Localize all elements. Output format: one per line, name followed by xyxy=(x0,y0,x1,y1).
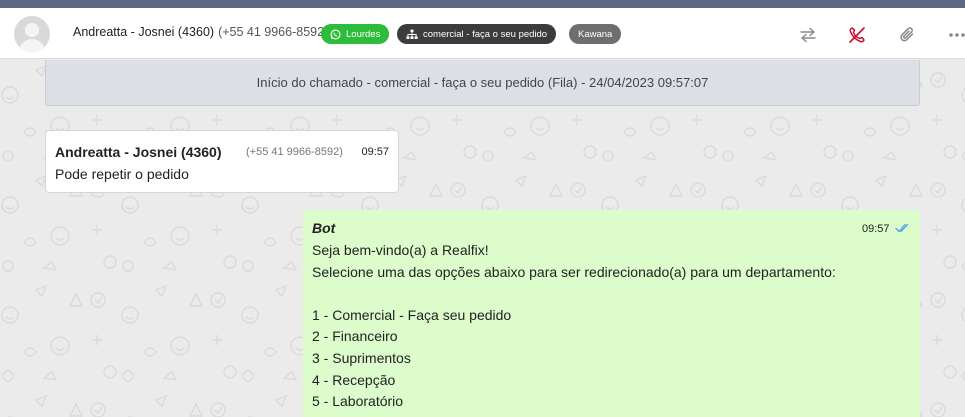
message-text: Pode repetir o pedido xyxy=(55,166,189,182)
sitemap-icon xyxy=(406,29,418,39)
top-accent-bar xyxy=(0,0,965,8)
message-sender: Andreatta - Josnei (4360) xyxy=(55,144,222,160)
message-line: Seja bem-vindo(a) a Realfix! xyxy=(312,242,489,258)
message-line: 2 - Financeiro xyxy=(312,328,398,345)
contact-title[interactable]: Andreatta - Josnei (4360) (+55 41 9966-85… xyxy=(73,25,328,39)
avatar-body-shape xyxy=(19,39,45,52)
message-text: Seja bem-vindo(a) a Realfix! Selecione u… xyxy=(312,240,836,413)
ticket-start-text: Início do chamado - comercial - faça o s… xyxy=(256,75,709,90)
more-icon[interactable] xyxy=(946,24,965,46)
chat-area[interactable]: Início do chamado - comercial - faça o s… xyxy=(0,60,965,417)
whatsapp-tag-label: Lourdes xyxy=(346,28,381,40)
message-sender-phone: (+55 41 9966-8592) xyxy=(246,146,343,158)
avatar-head-shape xyxy=(25,23,39,37)
user-tag[interactable]: Kawana xyxy=(569,24,622,44)
message-line: 4 - Recepção xyxy=(312,371,396,388)
message-line xyxy=(312,283,836,305)
paperclip-icon[interactable] xyxy=(897,24,919,46)
transfer-icon[interactable] xyxy=(797,24,819,46)
message-sender: Bot xyxy=(312,220,336,236)
user-tag-label: Kawana xyxy=(578,28,613,40)
message-line: 5 - Laboratório xyxy=(312,393,404,410)
contact-name: Andreatta - Josnei (4360) xyxy=(73,25,215,39)
avatar[interactable] xyxy=(14,16,50,52)
double-check-icon xyxy=(895,223,909,233)
message-time: 09:57 xyxy=(862,223,890,235)
message-time: 09:57 xyxy=(361,146,389,158)
message-line: 1 - Comercial - Faça seu pedido xyxy=(312,306,512,323)
ticket-start-notice: Início do chamado - comercial - faça o s… xyxy=(45,60,920,106)
queue-tag[interactable]: comercial - faça o seu pedido xyxy=(397,24,557,44)
outgoing-message[interactable]: Bot 09:57 Seja bem-vindo(a) a Realfix! S… xyxy=(303,210,920,417)
contact-phone: (+55 41 9966-8592) xyxy=(218,25,329,39)
message-line: 3 - Suprimentos xyxy=(312,349,411,366)
whatsapp-icon xyxy=(330,28,341,40)
chat-header: Andreatta - Josnei (4360) (+55 41 9966-85… xyxy=(0,8,965,59)
queue-tag-label: comercial - faça o seu pedido xyxy=(423,28,548,40)
incoming-message[interactable]: Andreatta - Josnei (4360) (+55 41 9966-8… xyxy=(45,130,399,193)
hangup-icon[interactable] xyxy=(846,24,868,46)
message-line: Selecione uma das opções abaixo para ser… xyxy=(312,263,836,280)
whatsapp-connection-tag[interactable]: Lourdes xyxy=(321,24,390,44)
